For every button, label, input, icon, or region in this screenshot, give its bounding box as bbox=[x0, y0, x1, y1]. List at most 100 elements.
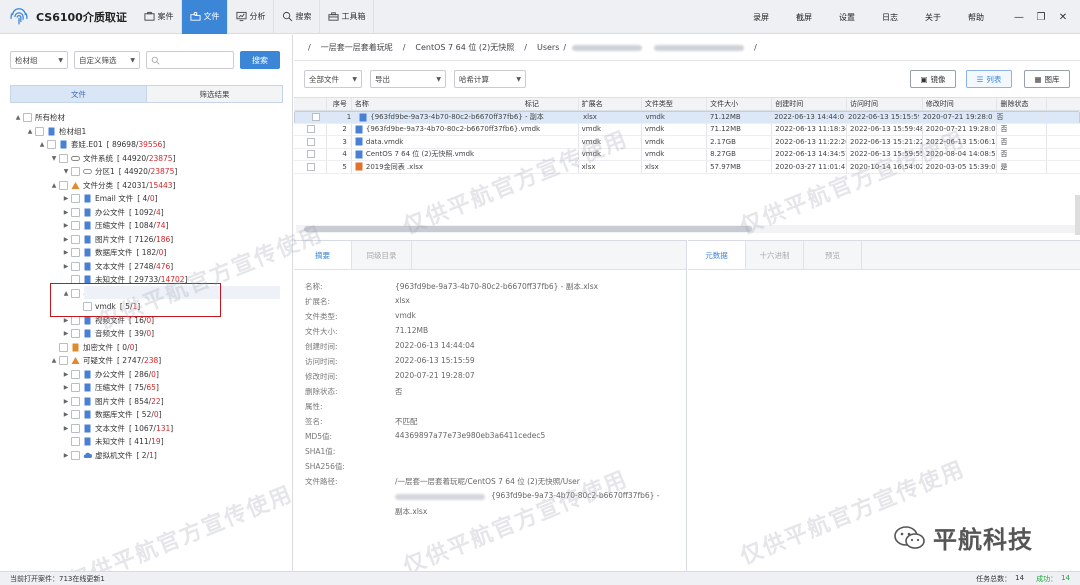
expand-toggle-icon[interactable]: ▼ bbox=[62, 168, 70, 175]
list-view-button[interactable]: ☰ 列表 bbox=[966, 70, 1012, 88]
tree-node[interactable]: ▶ 音频文件[ 39/0 ] bbox=[62, 327, 154, 340]
tree-node[interactable]: ▶ 数据库文件[ 182/0 ] bbox=[62, 246, 166, 259]
expand-toggle-icon[interactable]: ▶ bbox=[62, 411, 70, 418]
tab-metadata[interactable]: 元数据 bbox=[688, 241, 746, 269]
log-link[interactable]: 日志 bbox=[882, 12, 898, 23]
gallery-view-button[interactable]: ▦ 图库 bbox=[1024, 70, 1070, 88]
tree-checkbox[interactable] bbox=[71, 235, 80, 244]
tree-search-input[interactable] bbox=[146, 51, 234, 69]
nav-toolbox[interactable]: 工具箱 bbox=[320, 0, 374, 34]
tree-node[interactable]: ▶ 文本文件[ 2748/476 ] bbox=[62, 260, 173, 273]
expand-toggle-icon[interactable]: ▲ bbox=[14, 114, 22, 121]
custom-filter-select[interactable]: 自定义筛选 ▼ bbox=[74, 51, 140, 69]
row-checkbox[interactable] bbox=[307, 137, 316, 146]
row-checkbox[interactable] bbox=[312, 113, 321, 122]
hash-select[interactable]: 哈希计算 ▼ bbox=[454, 70, 526, 88]
tab-files[interactable]: 文件 bbox=[11, 86, 147, 102]
nav-file[interactable]: 文件 bbox=[182, 0, 228, 34]
col-extension[interactable]: 扩展名 bbox=[579, 98, 642, 110]
property-value[interactable]: xlsx bbox=[395, 296, 410, 308]
tree-node[interactable]: ▶ 压缩文件[ 1084/74 ] bbox=[62, 219, 168, 232]
tree-node[interactable]: ▶ 数据库文件[ 52/0 ] bbox=[62, 408, 162, 421]
property-value[interactable]: 2020-07-21 19:28:07 bbox=[395, 371, 475, 383]
tree-node[interactable]: ▶ 文本文件[ 1067/131 ] bbox=[62, 422, 173, 435]
tree-search-button[interactable]: 搜索 bbox=[240, 51, 280, 69]
expand-toggle-icon[interactable]: ▶ bbox=[62, 263, 70, 270]
col-created[interactable]: 创建时间 bbox=[772, 98, 848, 110]
tree-checkbox[interactable] bbox=[59, 181, 68, 190]
export-select[interactable]: 导出 ▼ bbox=[370, 70, 446, 88]
tree-checkbox[interactable] bbox=[59, 343, 68, 352]
close-button[interactable]: ✕ bbox=[1052, 12, 1074, 23]
all-files-select[interactable]: 全部文件 ▼ bbox=[304, 70, 362, 88]
table-row[interactable]: 1 {963fd9be-9a73-4b70-80c2-b6670ff37fb6} … bbox=[294, 111, 1080, 124]
tree-node[interactable]: ▲ 可疑文件[ 2747/238 ] bbox=[50, 354, 161, 367]
mirror-button[interactable]: ▣ 镜像 bbox=[910, 70, 956, 88]
table-row[interactable]: 3 data.vmdk vmdk vmdk 2.17GB 2022-06-13 11:22… bbox=[294, 136, 1080, 149]
col-modified[interactable]: 修改时间 bbox=[923, 98, 998, 110]
scrollbar-thumb[interactable] bbox=[304, 226, 752, 232]
col-file-size[interactable]: 文件大小 bbox=[707, 98, 773, 110]
horizontal-scrollbar[interactable] bbox=[296, 225, 1076, 233]
table-row[interactable]: 5 2019金同表 .xlsx xlsx xlsx 57.97MB 2020-03-27 … bbox=[294, 161, 1080, 174]
tree-node[interactable]: ▲ 所有检材 bbox=[14, 111, 65, 124]
tree-node[interactable]: ▶ 图片文件[ 854/22 ] bbox=[62, 395, 164, 408]
property-value[interactable]: vmdk bbox=[395, 311, 416, 323]
property-value[interactable]: 44369897a77e73e980eb3a6411cedec5 bbox=[395, 431, 545, 443]
expand-toggle-icon[interactable]: ▶ bbox=[62, 236, 70, 243]
expand-toggle-icon[interactable]: ▶ bbox=[62, 195, 70, 202]
about-link[interactable]: 关于 bbox=[925, 12, 941, 23]
property-value[interactable]: 2022-06-13 15:15:59 bbox=[395, 356, 475, 368]
tree-node[interactable]: ▼ 文件系统[ 44920/23875 ] bbox=[50, 152, 176, 165]
tree-node[interactable]: ▼ 分区1[ 44920/23875 ] bbox=[62, 165, 177, 178]
record-screen-link[interactable]: 录屏 bbox=[753, 12, 769, 23]
expand-toggle-icon[interactable]: ▶ bbox=[62, 209, 70, 216]
tree-checkbox[interactable] bbox=[71, 262, 80, 271]
tree-checkbox[interactable] bbox=[23, 113, 32, 122]
tree-checkbox[interactable] bbox=[71, 410, 80, 419]
screenshot-link[interactable]: 截屏 bbox=[796, 12, 812, 23]
tree-checkbox[interactable] bbox=[71, 370, 80, 379]
tab-hex[interactable]: 十六进制 bbox=[746, 241, 804, 269]
tree-node[interactable]: ▶ 办公文件[ 286/0 ] bbox=[62, 368, 159, 381]
tab-summary[interactable]: 摘要 bbox=[294, 241, 352, 269]
tree-checkbox[interactable] bbox=[71, 451, 80, 460]
vertical-scrollbar[interactable] bbox=[1075, 195, 1080, 235]
tree-checkbox[interactable] bbox=[47, 140, 56, 149]
expand-toggle-icon[interactable]: ▶ bbox=[62, 222, 70, 229]
row-checkbox[interactable] bbox=[307, 125, 316, 134]
tree-node[interactable]: ▶ 图片文件[ 7126/186 ] bbox=[62, 233, 173, 246]
property-value[interactable]: {963fd9be-9a73-4b70-80c2-b6670ff37fb6} -… bbox=[395, 281, 598, 293]
row-checkbox[interactable] bbox=[307, 150, 316, 159]
tree-checkbox[interactable] bbox=[71, 397, 80, 406]
expand-toggle-icon[interactable]: ▶ bbox=[62, 371, 70, 378]
expand-toggle-icon[interactable]: ▶ bbox=[62, 330, 70, 337]
tab-preview[interactable]: 预览 bbox=[804, 241, 862, 269]
tree-checkbox[interactable] bbox=[71, 248, 80, 257]
property-value[interactable]: 否 bbox=[395, 386, 403, 398]
property-value[interactable]: /一层套一层套着玩呢/CentOS 7 64 位 (2)无快照/User bbox=[395, 476, 580, 488]
tree-checkbox[interactable] bbox=[71, 329, 80, 338]
expand-toggle-icon[interactable]: ▲ bbox=[50, 357, 58, 364]
tree-checkbox[interactable] bbox=[71, 167, 80, 176]
maximize-button[interactable]: ❐ bbox=[1030, 12, 1052, 23]
nav-search[interactable]: 搜索 bbox=[274, 0, 320, 34]
expand-toggle-icon[interactable]: ▲ bbox=[26, 128, 34, 135]
tree-checkbox[interactable] bbox=[59, 356, 68, 365]
tree-node[interactable]: 加密文件[ 0/0 ] bbox=[50, 341, 137, 354]
tree-node[interactable]: 未知文件[ 411/19 ] bbox=[62, 435, 164, 448]
property-value[interactable]: 2022-06-13 14:44:04 bbox=[395, 341, 475, 353]
col-file-type[interactable]: 文件类型 bbox=[642, 98, 708, 110]
expand-toggle-icon[interactable]: ▶ bbox=[62, 452, 70, 459]
settings-link[interactable]: 设置 bbox=[839, 12, 855, 23]
expand-toggle-icon[interactable]: ▲ bbox=[50, 182, 58, 189]
table-row[interactable]: 4 CentOS 7 64 位 (2)无快照.vmdk vmdk vmdk 8.27GB… bbox=[294, 148, 1080, 161]
property-value[interactable]: 不匹配 bbox=[395, 416, 418, 428]
tree-checkbox[interactable] bbox=[71, 208, 80, 217]
expand-toggle-icon[interactable]: ▲ bbox=[38, 141, 46, 148]
tree-node[interactable]: ▶ 压缩文件[ 75/65 ] bbox=[62, 381, 159, 394]
nav-analysis[interactable]: 分析 bbox=[228, 0, 274, 34]
tree-node[interactable]: ▲ 检材组1 bbox=[26, 125, 86, 138]
expand-toggle-icon[interactable]: ▶ bbox=[62, 384, 70, 391]
tree-node[interactable]: ▲ 文件分类[ 42031/15443 ] bbox=[50, 179, 176, 192]
